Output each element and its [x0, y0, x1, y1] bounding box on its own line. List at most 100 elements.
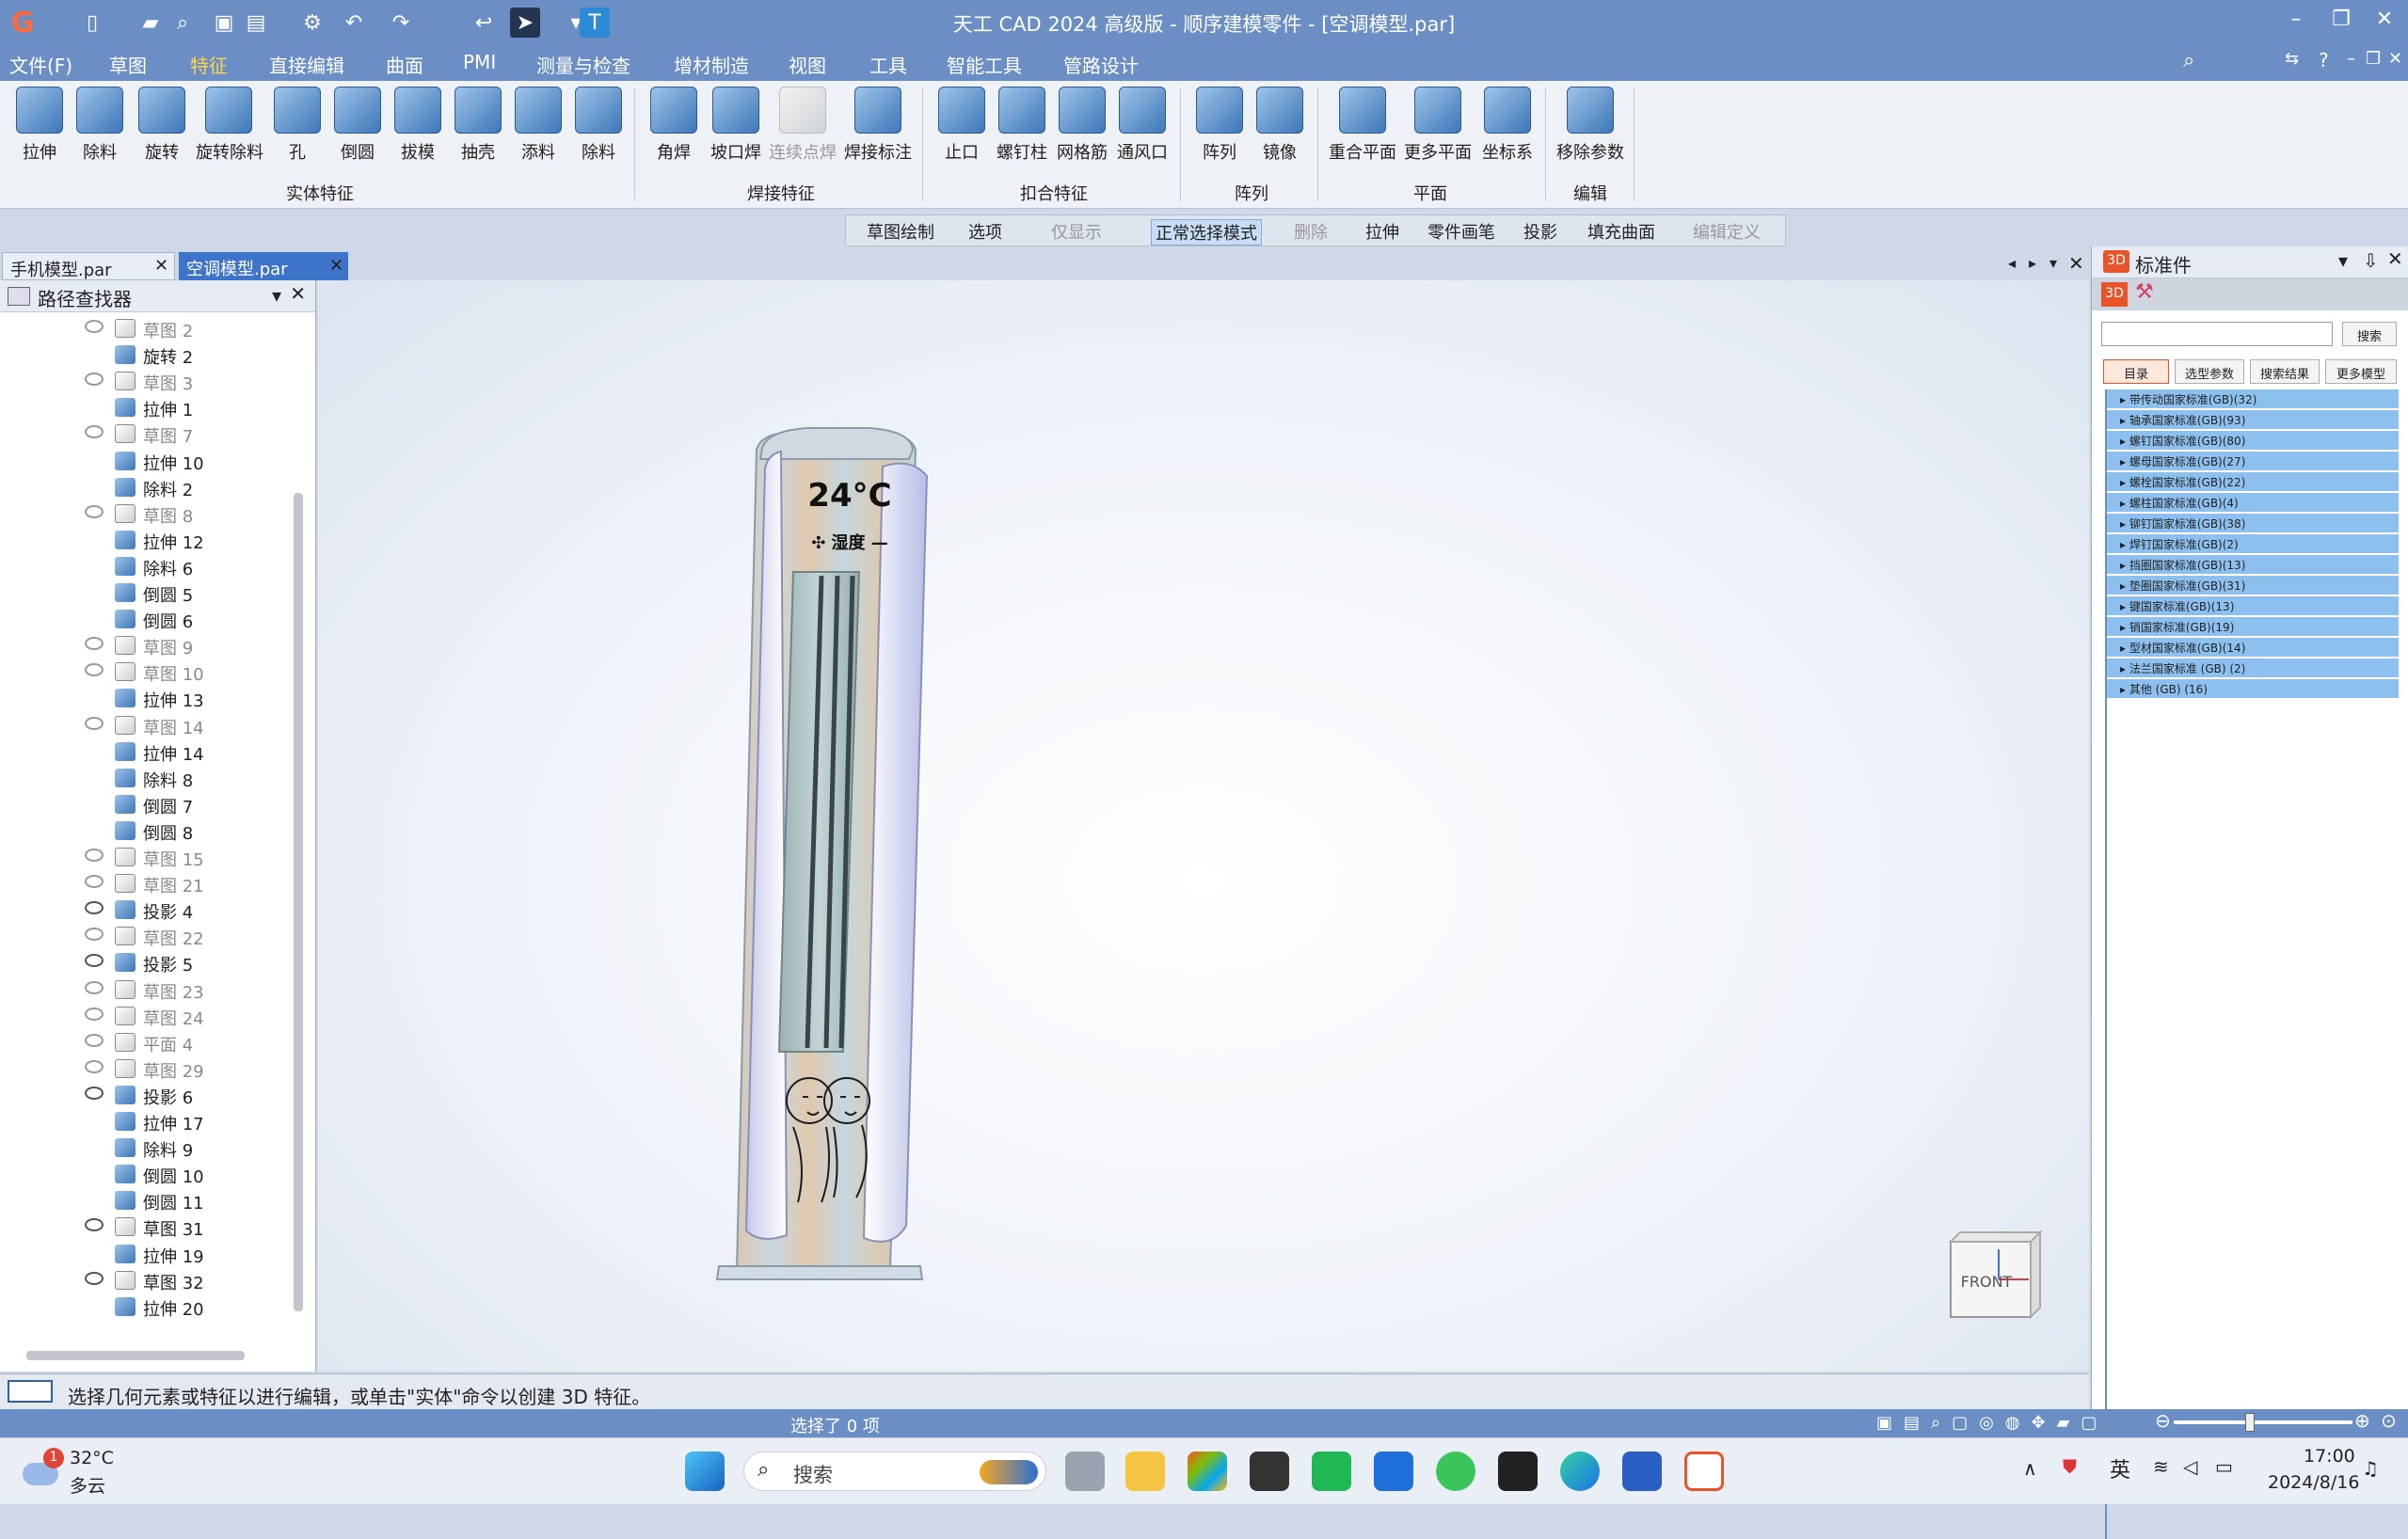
expand-icon[interactable]: ▸: [2120, 621, 2129, 634]
lip-button[interactable]: 止口: [930, 87, 994, 164]
expand-icon[interactable]: ▸: [2120, 476, 2129, 489]
tree-item[interactable]: 倒圆 10: [56, 1162, 292, 1188]
add-material-button[interactable]: 添料: [506, 87, 570, 164]
menu-surface[interactable]: 曲面: [386, 51, 423, 78]
tree-item[interactable]: 投影 4: [56, 897, 292, 924]
close-button[interactable]: ✕: [2366, 8, 2403, 38]
panel-close-icon[interactable]: ✕: [2387, 247, 2403, 270]
tree-item[interactable]: 倒圆 11: [56, 1188, 292, 1214]
draft-button[interactable]: 拔模: [386, 87, 450, 164]
tab-catalog[interactable]: 目录: [2103, 359, 2169, 384]
std-category-item[interactable]: ▸ 轴承国家标准(GB)(93): [2105, 410, 2399, 430]
eye-hidden-icon[interactable]: [85, 928, 104, 942]
zoom-out-icon[interactable]: ⊖: [2155, 1409, 2171, 1432]
tree-item[interactable]: 草图 9: [56, 633, 292, 659]
eye-hidden-icon[interactable]: [85, 980, 104, 994]
tree-item[interactable]: 草图 24: [56, 1004, 292, 1030]
expand-icon[interactable]: ▸: [2120, 497, 2129, 510]
battery-icon[interactable]: ▭: [2215, 1455, 2233, 1478]
tree-item[interactable]: 拉伸 17: [56, 1109, 292, 1135]
expand-icon[interactable]: ▸: [2120, 455, 2129, 468]
eye-hidden-icon[interactable]: [85, 875, 104, 889]
restore-button[interactable]: ❐: [2322, 8, 2360, 38]
std-category-item[interactable]: ▸ 型材国家标准(GB)(14): [2105, 638, 2399, 658]
hammer-icon[interactable]: ⚒: [2135, 280, 2154, 304]
tree-item[interactable]: 投影 5: [56, 950, 292, 976]
tree-item[interactable]: 除料 8: [56, 766, 292, 792]
edit-definition-button[interactable]: 编辑定义: [1693, 219, 1761, 244]
std-category-item[interactable]: ▸ 带传动国家标准(GB)(32): [2105, 389, 2399, 409]
extrude-quick-button[interactable]: 拉伸: [1365, 219, 1399, 244]
tab-aircon-model[interactable]: 空调模型.par: [179, 252, 348, 280]
std-category-item[interactable]: ▸ 键国家标准(GB)(13): [2105, 596, 2399, 616]
pattern-button[interactable]: 阵列: [1188, 87, 1252, 164]
help-options-icon[interactable]: ⇆: [2285, 49, 2299, 69]
task-view-icon[interactable]: [1065, 1452, 1105, 1491]
tree-item[interactable]: 倒圆 6: [56, 607, 292, 633]
menu-pmi[interactable]: PMI: [463, 51, 496, 73]
cutout-button[interactable]: 除料: [68, 87, 132, 164]
stitch-weld-button[interactable]: 连续点焊: [768, 87, 837, 164]
menu-tools[interactable]: 工具: [869, 51, 907, 78]
show-only-button[interactable]: 仅显示: [1051, 219, 1102, 244]
note-app-icon[interactable]: [1312, 1452, 1351, 1491]
model-render[interactable]: 24°C ✣ 湿度 — FRONT: [318, 280, 2089, 1372]
hole-button[interactable]: 孔: [265, 87, 329, 164]
edge-icon[interactable]: [1560, 1452, 1600, 1491]
tree-item[interactable]: 除料 9: [56, 1135, 292, 1162]
tab-close-all-icon[interactable]: ✕: [2068, 252, 2084, 275]
tree-item[interactable]: 拉伸 12: [56, 528, 292, 554]
eye-open-icon[interactable]: [85, 954, 104, 968]
tree-item[interactable]: 拉伸 20: [56, 1294, 292, 1321]
tree-item[interactable]: 草图 14: [56, 713, 292, 739]
delete-button[interactable]: 删除: [1294, 219, 1328, 244]
tab-phone-model[interactable]: 手机模型.par: [2, 252, 175, 280]
doc-close-icon[interactable]: ✕: [2388, 49, 2402, 69]
tab-close-icon[interactable]: ✕: [329, 256, 343, 276]
eye-hidden-icon[interactable]: [85, 1007, 104, 1021]
menu-measure[interactable]: 测量与检查: [536, 51, 630, 78]
eye-open-icon[interactable]: [85, 1218, 104, 1232]
tree-item[interactable]: 草图 22: [56, 924, 292, 950]
air-conditioner-model[interactable]: 24°C ✣ 湿度 —: [715, 427, 929, 1280]
tree-item[interactable]: 旋转 2: [56, 342, 292, 369]
search-icon[interactable]: ⌕: [2183, 49, 2194, 72]
cloud-app-icon[interactable]: [1374, 1452, 1413, 1491]
std-category-item[interactable]: ▸ 螺母国家标准(GB)(27): [2105, 452, 2399, 471]
expand-icon[interactable]: ▸: [2120, 559, 2129, 572]
more-planes-button[interactable]: 更多平面: [1402, 87, 1474, 164]
tree-item[interactable]: 草图 10: [56, 659, 292, 686]
wechat-icon[interactable]: [1436, 1452, 1475, 1491]
expand-icon[interactable]: ▸: [2120, 683, 2129, 696]
part-painter-button[interactable]: 零件画笔: [1427, 219, 1495, 244]
menu-smart-tools[interactable]: 智能工具: [947, 51, 1022, 78]
tab-scroll-left-icon[interactable]: ◂: [2008, 254, 2016, 272]
weld-symbol-button[interactable]: 焊接标注: [843, 87, 913, 164]
weather-widget[interactable]: 1: [19, 1448, 66, 1495]
vent-button[interactable]: 通风口: [1110, 87, 1174, 164]
eye-hidden-icon[interactable]: [85, 849, 104, 862]
panel-close-icon[interactable]: ✕: [290, 282, 306, 305]
eye-hidden-icon[interactable]: [85, 716, 104, 730]
eye-hidden-icon[interactable]: [85, 1059, 104, 1073]
clock-time[interactable]: 17:00: [2304, 1446, 2355, 1467]
tree-item[interactable]: 除料 2: [56, 475, 292, 501]
std-category-item[interactable]: ▸ 螺柱国家标准(GB)(4): [2105, 493, 2399, 513]
mirror-button[interactable]: 镜像: [1248, 87, 1312, 164]
tree-item[interactable]: 倒圆 8: [56, 818, 292, 845]
tree-item[interactable]: 草图 15: [56, 845, 292, 871]
start-icon[interactable]: [685, 1452, 725, 1491]
coordinate-system-button[interactable]: 坐标系: [1475, 87, 1539, 164]
eye-hidden-icon[interactable]: [85, 663, 104, 677]
remove-material-button[interactable]: 除料: [566, 87, 630, 164]
panel-menu-icon[interactable]: ▾: [2338, 249, 2348, 272]
std-category-item[interactable]: ▸ 铆钉国家标准(GB)(38): [2105, 514, 2399, 533]
tree-item[interactable]: 倒圆 5: [56, 580, 292, 607]
expand-icon[interactable]: ▸: [2120, 579, 2129, 593]
eye-hidden-icon[interactable]: [85, 425, 104, 439]
clock-date[interactable]: 2024/8/16: [2268, 1472, 2359, 1493]
expand-icon[interactable]: ▸: [2120, 662, 2129, 675]
tab-search-results[interactable]: 搜索结果: [2250, 359, 2320, 384]
qq-icon[interactable]: [1498, 1452, 1538, 1491]
menu-sketch[interactable]: 草图: [109, 51, 147, 78]
